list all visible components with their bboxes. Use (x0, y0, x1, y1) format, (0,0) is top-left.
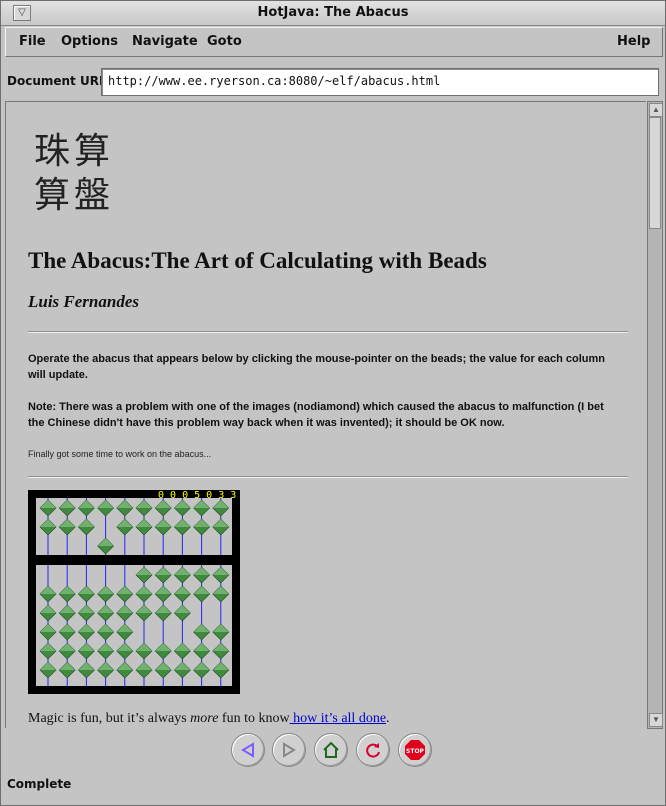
abacus-value-display: 0 0 0 5 0 3 3 2 (158, 490, 240, 501)
home-button[interactable] (314, 733, 348, 767)
forward-button[interactable] (272, 733, 306, 767)
window-title: HotJava: The Abacus (257, 5, 409, 20)
chinese-title-line: 算盤 (34, 175, 115, 216)
footer-text: Magic is fun, but it’s always (28, 711, 191, 726)
menu-options[interactable]: Options (61, 34, 118, 49)
chinese-title-line: 珠算 (34, 131, 115, 172)
home-icon (323, 741, 339, 758)
scroll-thumb[interactable] (649, 117, 661, 229)
back-button[interactable] (231, 733, 265, 767)
author-name: Luis Fernandes (28, 292, 139, 311)
url-value: http://www.ee.ryerson.ca:8080/~elf/abacu… (108, 74, 441, 88)
update-note: Finally got some time to work on the aba… (28, 449, 212, 459)
url-bar: Document URL: http://www.ee.ryerson.ca:8… (1, 61, 665, 101)
reload-button[interactable] (356, 733, 390, 767)
page-heading: The Abacus:The Art of Calculating with B… (28, 248, 487, 273)
abacus-applet[interactable]: 0 0 0 5 0 3 3 2 (28, 490, 240, 694)
note-paragraph: Note: There was a problem with one of th… (28, 401, 604, 429)
status-bar: Complete (7, 777, 72, 791)
title-bar: ▽ HotJava: The Abacus (1, 1, 665, 26)
stop-label: STOP (406, 748, 425, 755)
back-icon (241, 742, 254, 758)
url-input[interactable]: http://www.ee.ryerson.ca:8080/~elf/abacu… (101, 68, 659, 96)
reload-icon (366, 743, 380, 758)
url-label: Document URL: (7, 74, 112, 88)
footer-em: more (190, 711, 219, 726)
document-view[interactable]: 珠算 算盤 The Abacus:The Art of Calculating w… (5, 101, 646, 728)
menu-bar: File Options Navigate Goto Help (5, 27, 663, 57)
menu-goto[interactable]: Goto (207, 34, 242, 49)
stop-button[interactable]: STOP (398, 733, 432, 767)
menu-file[interactable]: File (19, 34, 46, 49)
navigation-toolbar: STOP (1, 729, 665, 769)
footer-text-2: fun to know (218, 711, 290, 726)
scroll-up-icon[interactable]: ▲ (649, 103, 663, 117)
menu-help[interactable]: Help (617, 34, 650, 49)
footer-period: . (386, 711, 390, 726)
how-it-works-link[interactable]: how it’s all done (290, 711, 386, 726)
stop-icon: STOP (405, 740, 425, 760)
scroll-down-icon[interactable]: ▼ (649, 713, 663, 727)
divider (28, 476, 628, 478)
vertical-scrollbar[interactable]: ▲ ▼ (647, 101, 663, 729)
forward-icon (283, 742, 296, 758)
menu-navigate[interactable]: Navigate (132, 34, 198, 49)
divider (28, 331, 628, 333)
chinese-title-image: 珠算 算盤 (34, 130, 134, 218)
browser-window: ▽ HotJava: The Abacus File Options Navig… (0, 0, 666, 806)
footer-line: Magic is fun, but it’s always more fun t… (28, 711, 390, 727)
instructions-paragraph: Operate the abacus that appears below by… (28, 353, 606, 381)
